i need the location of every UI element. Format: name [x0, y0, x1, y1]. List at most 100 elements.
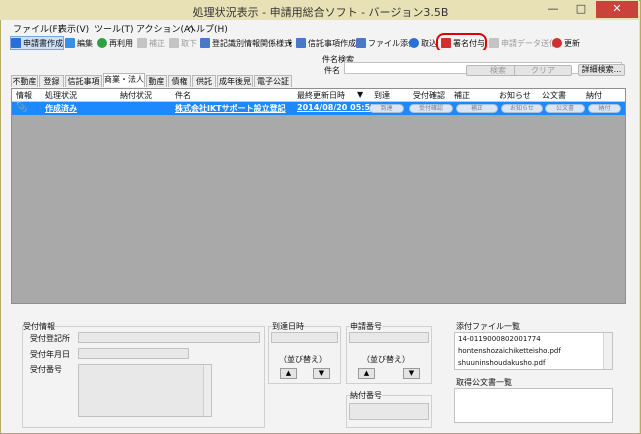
receipt-office-field: [78, 332, 260, 343]
tab-commercial-corporate[interactable]: 商業・法人: [103, 73, 145, 87]
row-payment-button[interactable]: 納付: [588, 104, 621, 113]
menu-file[interactable]: ファイル(F): [13, 22, 61, 35]
maximize-button[interactable]: □: [568, 1, 594, 18]
receipt-number-scrollbar[interactable]: [203, 365, 211, 416]
menu-action[interactable]: アクション(A): [136, 22, 194, 35]
forms-dropdown-arrow[interactable]: ▾: [288, 36, 292, 50]
chevron-down-icon: ▾: [288, 38, 293, 48]
tab-deposit[interactable]: 供託: [192, 75, 216, 87]
column-header-status[interactable]: 処理状況: [45, 90, 77, 101]
list-item[interactable]: shuuninshoudakusho.pdf: [458, 359, 545, 367]
withdraw-button[interactable]: 取下: [169, 36, 197, 50]
receipt-info-title: 受付情報: [23, 321, 55, 332]
trust-matter-create-button[interactable]: 信託事項作成: [296, 36, 356, 50]
arrival-sort-label: （並び替え）: [279, 355, 327, 364]
menu-help[interactable]: ヘルプ(H): [187, 22, 228, 35]
send-data-button[interactable]: 申請データ送信: [489, 36, 557, 50]
close-button[interactable]: ✕: [596, 1, 638, 18]
tab-registration[interactable]: 登録: [39, 75, 64, 87]
import-button[interactable]: 取込: [409, 36, 437, 50]
column-header-correction[interactable]: 補正: [454, 90, 470, 101]
receipt-number-field: [78, 364, 212, 417]
payment-number-field: [349, 403, 429, 420]
payment-number-title: 納付番号: [350, 390, 382, 401]
refresh-button[interactable]: 更新: [552, 36, 580, 50]
tab-trust-matters[interactable]: 信託事項: [65, 75, 102, 87]
receipt-date-field: [78, 348, 189, 359]
create-application-button[interactable]: 申請書作成: [10, 36, 64, 50]
tab-receivables[interactable]: 債権: [168, 75, 191, 87]
column-header-info[interactable]: 情報: [16, 90, 32, 101]
toolbar-label: 登記識別情報関係様式: [212, 38, 292, 48]
application-sort-down-button[interactable]: ▼: [403, 368, 420, 379]
row-notice-button[interactable]: お知らせ: [501, 104, 543, 113]
arrival-sort-up-button[interactable]: ▲: [280, 368, 297, 379]
attach-file-button[interactable]: ファイル添付: [356, 36, 416, 50]
tab-electronic-notary[interactable]: 電子公証: [254, 75, 292, 87]
column-header-receipt-confirm[interactable]: 受付確認: [413, 90, 445, 101]
registration-id-forms-button[interactable]: 登記識別情報関係様式: [200, 36, 292, 50]
official-docs-title: 取得公文書一覧: [456, 378, 512, 387]
advanced-search-button[interactable]: 詳細検索...: [578, 64, 625, 76]
document-create-icon: [11, 38, 21, 48]
application-number-title: 申請番号: [350, 321, 382, 332]
toolbar-label: 補正: [149, 38, 165, 48]
row-arrival-button[interactable]: 到達: [369, 104, 404, 113]
column-header-last-updated[interactable]: 最終更新日時: [297, 90, 345, 101]
list-item[interactable]: hontenshozaichiketteisho.pdf: [458, 347, 561, 355]
row-official-doc-button[interactable]: 公文書: [545, 104, 585, 113]
arrival-time-field: [271, 332, 338, 343]
menu-tools[interactable]: ツール(T): [94, 22, 134, 35]
menu-view[interactable]: 表示(V): [58, 22, 89, 35]
column-header-payment-status[interactable]: 納付状況: [120, 90, 152, 101]
tab-real-estate[interactable]: 不動産: [11, 75, 38, 87]
withdraw-icon: [169, 38, 179, 48]
title-bar: 処理状況表示 - 申請用総合ソフト - バージョン3.5B — □ ✕: [0, 0, 639, 20]
column-header-notice[interactable]: お知らせ: [499, 90, 531, 101]
column-header-official-doc[interactable]: 公文書: [542, 90, 566, 101]
column-header-arrival[interactable]: 到達: [374, 90, 390, 101]
cell-status[interactable]: 作成済み: [45, 103, 77, 114]
menu-bar: ファイル(F) 表示(V) ツール(T) アクション(A) ヘルプ(H): [1, 20, 639, 36]
import-icon: [409, 38, 419, 48]
edit-button[interactable]: 編集: [65, 36, 93, 50]
tab-adult-guardianship[interactable]: 成年後見: [217, 75, 253, 87]
attachments-scrollbar[interactable]: [603, 333, 612, 369]
toolbar-label: 再利用: [109, 38, 133, 48]
toolbar-label: 申請データ送信: [501, 38, 557, 48]
toolbar-label: 申請書作成: [23, 38, 63, 48]
send-icon: [489, 38, 499, 48]
subject-field-label: 件名: [324, 66, 340, 75]
sort-descending-icon: ▼: [357, 90, 364, 99]
edit-icon: [65, 38, 75, 48]
toolbar-label: 信託事項作成: [308, 38, 356, 48]
recycle-icon: [97, 38, 107, 48]
list-item[interactable]: 14-0119000802001774: [458, 335, 541, 343]
minimize-button[interactable]: —: [540, 1, 566, 18]
table-row[interactable]: 📎 作成済み 株式会社IKTサポート設立登記 2014/08/20 05:51 …: [12, 102, 625, 115]
tab-movables[interactable]: 動産: [146, 75, 167, 87]
application-sort-up-button[interactable]: ▲: [358, 368, 375, 379]
refresh-icon: [552, 38, 562, 48]
application-sort-label: （並び替え）: [362, 355, 410, 364]
correction-button[interactable]: 補正: [137, 36, 165, 50]
clear-button[interactable]: クリア: [514, 65, 572, 76]
form-icon: [200, 38, 210, 48]
official-docs-list[interactable]: [454, 388, 613, 423]
table-header: 情報 処理状況 納付状況 件名 最終更新日時 ▼ 到達 受付確認 補正 お知らせ…: [12, 89, 625, 102]
toolbar-label: 編集: [77, 38, 93, 48]
cell-subject[interactable]: 株式会社IKTサポート設立登記: [175, 103, 286, 114]
attachments-list[interactable]: 14-0119000802001774 hontenshozaichikette…: [454, 332, 613, 370]
application-number-field: [349, 332, 429, 343]
cell-last-updated[interactable]: 2014/08/20 05:51: [297, 103, 376, 112]
attachments-title: 添付ファイル一覧: [456, 322, 520, 331]
column-header-payment[interactable]: 納付: [586, 90, 602, 101]
reuse-button[interactable]: 再利用: [97, 36, 133, 50]
column-header-subject[interactable]: 件名: [175, 90, 191, 101]
row-receipt-confirm-button[interactable]: 受付確認: [409, 104, 453, 113]
row-correction-button[interactable]: 補正: [456, 104, 498, 113]
receipt-number-label: 受付番号: [30, 365, 62, 374]
receipt-date-label: 受付年月日: [30, 350, 70, 359]
toolbar-label: 取込: [421, 38, 437, 48]
arrival-sort-down-button[interactable]: ▼: [313, 368, 330, 379]
